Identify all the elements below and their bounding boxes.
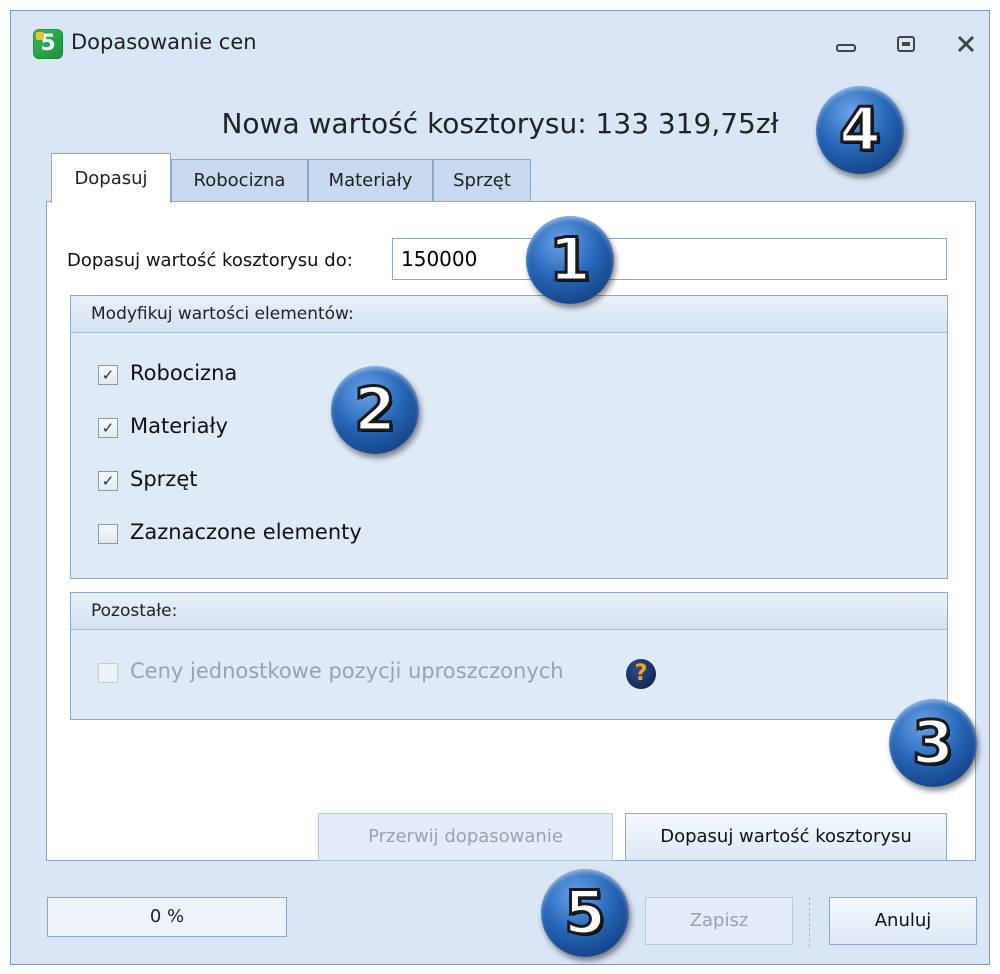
tab-dopasuj[interactable]: Dopasuj [51, 153, 171, 203]
save-button[interactable]: Zapisz [645, 897, 793, 945]
step-badge-5: 5 [541, 869, 629, 957]
checkbox-box[interactable]: ✓ [98, 365, 118, 385]
checkbox-box[interactable] [98, 524, 118, 544]
cancel-button[interactable]: Anuluj [829, 897, 977, 945]
progress-text: 0 % [149, 906, 185, 927]
checkbox-label: Zaznaczone elementy [130, 520, 362, 544]
tab-materialy[interactable]: Materiały [308, 159, 433, 201]
close-button[interactable] [946, 29, 986, 59]
window-title: Dopasowanie cen [71, 30, 257, 54]
dialog-window: 5 Dopasowanie cen Nowa wartość kosztorys… [10, 10, 990, 965]
help-icon[interactable]: ? [626, 659, 656, 689]
minimize-icon [836, 44, 856, 52]
step-badge-2: 2 [331, 366, 419, 454]
restore-button[interactable] [886, 29, 926, 59]
checkbox-box[interactable]: ✓ [98, 418, 118, 438]
stop-adjustment-button[interactable]: Przerwij dopasowanie [318, 813, 613, 861]
step-badge-3: 3 [889, 699, 977, 787]
minimize-button[interactable] [826, 29, 866, 59]
footer-separator [809, 897, 810, 947]
tab-panel-dopasuj: Dopasuj wartość kosztorysu do: Modyfikuj… [46, 201, 976, 861]
checkbox-box[interactable] [98, 663, 118, 683]
title-bar: 5 Dopasowanie cen [11, 11, 989, 77]
checkbox-box[interactable]: ✓ [98, 471, 118, 491]
modify-elements-group: Modyfikuj wartości elementów: ✓ Robocizn… [70, 295, 948, 579]
checkbox-label: Robocizna [130, 361, 238, 385]
step-badge-1: 1 [526, 216, 614, 304]
progress-bar: 0 % [47, 897, 287, 937]
checkbox-label: Ceny jednostkowe pozycji uproszczonych [130, 659, 564, 683]
step-badge-4: 4 [816, 86, 904, 174]
checkbox-label: Sprzęt [130, 467, 198, 491]
app-icon: 5 [33, 29, 63, 59]
other-group: Pozostałe: Ceny jednostkowe pozycji upro… [70, 592, 948, 720]
footer-bar: 0 % Zapisz Anuluj [11, 881, 989, 961]
close-icon [957, 35, 975, 53]
target-value-input[interactable] [392, 238, 947, 280]
tab-robocizna[interactable]: Robocizna [171, 159, 308, 201]
modify-elements-header: Modyfikuj wartości elementów: [71, 296, 947, 333]
checkbox-label: Materiały [130, 414, 228, 438]
target-value-label: Dopasuj wartość kosztorysu do: [67, 250, 353, 271]
adjust-estimate-button[interactable]: Dopasuj wartość kosztorysu [625, 813, 947, 861]
restore-icon [897, 36, 915, 52]
tab-sprzet[interactable]: Sprzęt [433, 159, 531, 201]
other-group-header: Pozostałe: [71, 593, 947, 630]
